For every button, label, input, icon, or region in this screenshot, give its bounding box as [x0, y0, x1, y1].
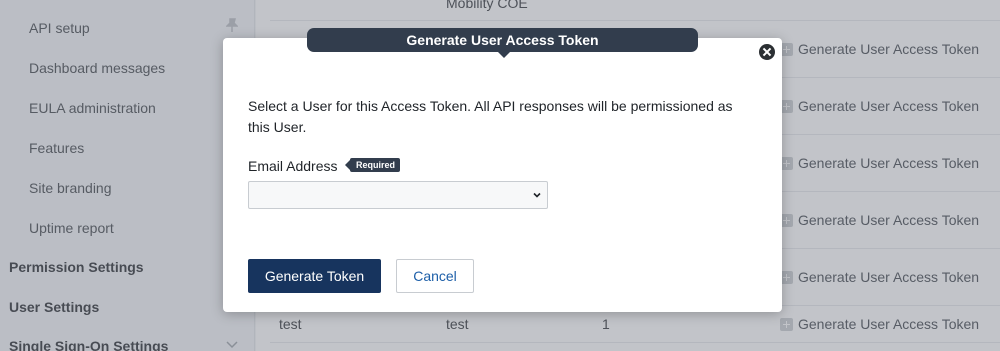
- email-address-select[interactable]: [248, 181, 548, 209]
- close-icon[interactable]: [759, 44, 775, 60]
- dialog-description: Select a User for this Access Token. All…: [248, 98, 733, 135]
- dialog-title: Generate User Access Token: [307, 28, 698, 52]
- chevron-down-icon: [533, 192, 541, 198]
- generate-token-button[interactable]: Generate Token: [248, 259, 381, 293]
- email-address-label: Email Address: [248, 158, 338, 174]
- required-badge: Required: [344, 158, 401, 172]
- dialog-title-pointer: [498, 52, 510, 58]
- cancel-button[interactable]: Cancel: [396, 259, 474, 293]
